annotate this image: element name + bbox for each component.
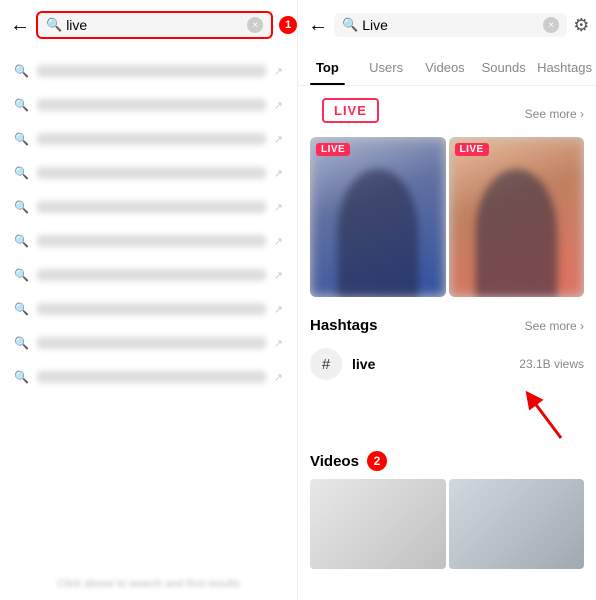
hashtags-see-more[interactable]: See more › (525, 319, 584, 333)
videos-title: Videos (310, 453, 359, 470)
video-thumb-1[interactable] (310, 479, 446, 569)
hashtags-section: Hashtags See more › # live 23.1B views (298, 307, 596, 398)
tab-videos[interactable]: Videos (416, 50, 475, 85)
right-panel: ← 🔍 × ⚙ Top Users Videos Sounds Hashtags… (298, 0, 596, 600)
left-header: ← 🔍 × 1 Search (0, 0, 297, 50)
hashtags-title: Hashtags (310, 317, 378, 334)
annotation-arrow (516, 388, 576, 443)
list-item[interactable]: 🔍 ↗ (0, 258, 297, 292)
hashtag-views: 23.1B views (519, 357, 584, 371)
figure-2 (476, 169, 557, 297)
list-item[interactable]: 🔍 ↗ (0, 292, 297, 326)
tabs-bar: Top Users Videos Sounds Hashtags (298, 50, 596, 86)
left-search-list: 🔍 ↗ 🔍 ↗ 🔍 ↗ 🔍 ↗ 🔍 ↗ 🔍 ↗ (0, 50, 297, 568)
right-search-icon: 🔍 (342, 17, 358, 33)
left-panel: ← 🔍 × 1 Search 🔍 ↗ 🔍 ↗ 🔍 ↗ 🔍 ↗ (0, 0, 298, 600)
left-search-input[interactable] (66, 17, 247, 33)
item-text (37, 99, 266, 111)
live-tag-2: LIVE (455, 143, 489, 156)
item-search-icon: 🔍 (14, 336, 29, 350)
item-arrow-icon: ↗ (274, 303, 283, 316)
videos-section-header: Videos 2 (298, 443, 596, 479)
hashtag-icon: # (310, 348, 342, 380)
item-text (37, 235, 266, 247)
tab-hashtags[interactable]: Hashtags (533, 50, 596, 85)
annotation-arrow-container (298, 388, 596, 443)
item-text (37, 65, 266, 77)
right-search-box: 🔍 × (334, 13, 567, 37)
item-text (37, 337, 266, 349)
tab-sounds[interactable]: Sounds (474, 50, 533, 85)
live-video-card-1[interactable]: LIVE (310, 137, 446, 297)
item-arrow-icon: ↗ (274, 371, 283, 384)
videos-grid (298, 479, 596, 569)
right-back-button[interactable]: ← (308, 14, 328, 37)
list-item[interactable]: 🔍 ↗ (0, 360, 297, 394)
list-item[interactable]: 🔍 ↗ (0, 326, 297, 360)
item-text (37, 167, 266, 179)
list-item[interactable]: 🔍 ↗ (0, 190, 297, 224)
item-arrow-icon: ↗ (274, 167, 283, 180)
item-text (37, 133, 266, 145)
live-section-header: LIVE See more › (298, 86, 596, 137)
list-item[interactable]: 🔍 ↗ (0, 122, 297, 156)
video-thumb-2[interactable] (449, 479, 585, 569)
videos-section: Videos 2 (298, 443, 596, 579)
item-arrow-icon: ↗ (274, 65, 283, 78)
item-search-icon: 🔍 (14, 200, 29, 214)
item-arrow-icon: ↗ (274, 337, 283, 350)
left-clear-button[interactable]: × (247, 17, 263, 33)
item-search-icon: 🔍 (14, 370, 29, 384)
hashtags-section-header: Hashtags See more › (298, 307, 596, 340)
item-search-icon: 🔍 (14, 302, 29, 316)
item-search-icon: 🔍 (14, 268, 29, 282)
list-item[interactable]: 🔍 ↗ (0, 224, 297, 258)
item-search-icon: 🔍 (14, 64, 29, 78)
live-badge-label: LIVE (334, 103, 367, 118)
figure-1 (337, 169, 418, 297)
item-search-icon: 🔍 (14, 132, 29, 146)
live-badge-button[interactable]: LIVE (322, 98, 379, 123)
list-item[interactable]: 🔍 ↗ (0, 88, 297, 122)
left-footer-text: Click above to search and find results (0, 568, 297, 600)
item-arrow-icon: ↗ (274, 99, 283, 112)
item-search-icon: 🔍 (14, 166, 29, 180)
tab-users[interactable]: Users (357, 50, 416, 85)
item-text (37, 269, 266, 281)
live-see-more[interactable]: See more › (525, 107, 584, 121)
left-back-button[interactable]: ← (10, 14, 30, 37)
hashtag-item-live[interactable]: # live 23.1B views (298, 340, 596, 388)
live-video-card-2[interactable]: LIVE (449, 137, 585, 297)
item-text (37, 201, 266, 213)
item-text (37, 303, 266, 315)
right-clear-button[interactable]: × (543, 17, 559, 33)
filter-button[interactable]: ⚙ (573, 15, 589, 36)
item-search-icon: 🔍 (14, 234, 29, 248)
hashtag-name: live (352, 356, 519, 372)
badge-2: 2 (367, 451, 387, 471)
item-search-icon: 🔍 (14, 98, 29, 112)
tab-top[interactable]: Top (298, 50, 357, 85)
badge-1: 1 (279, 16, 297, 34)
list-item[interactable]: 🔍 ↗ (0, 54, 297, 88)
live-tag-1: LIVE (316, 143, 350, 156)
list-item[interactable]: 🔍 ↗ (0, 156, 297, 190)
item-arrow-icon: ↗ (274, 201, 283, 214)
item-arrow-icon: ↗ (274, 269, 283, 282)
right-search-input[interactable] (362, 17, 543, 33)
item-arrow-icon: ↗ (274, 235, 283, 248)
right-header: ← 🔍 × ⚙ (298, 0, 596, 50)
left-search-box: 🔍 × (36, 11, 273, 39)
item-text (37, 371, 266, 383)
left-search-icon: 🔍 (46, 17, 62, 33)
live-videos-grid: LIVE LIVE (298, 137, 596, 307)
item-arrow-icon: ↗ (274, 133, 283, 146)
